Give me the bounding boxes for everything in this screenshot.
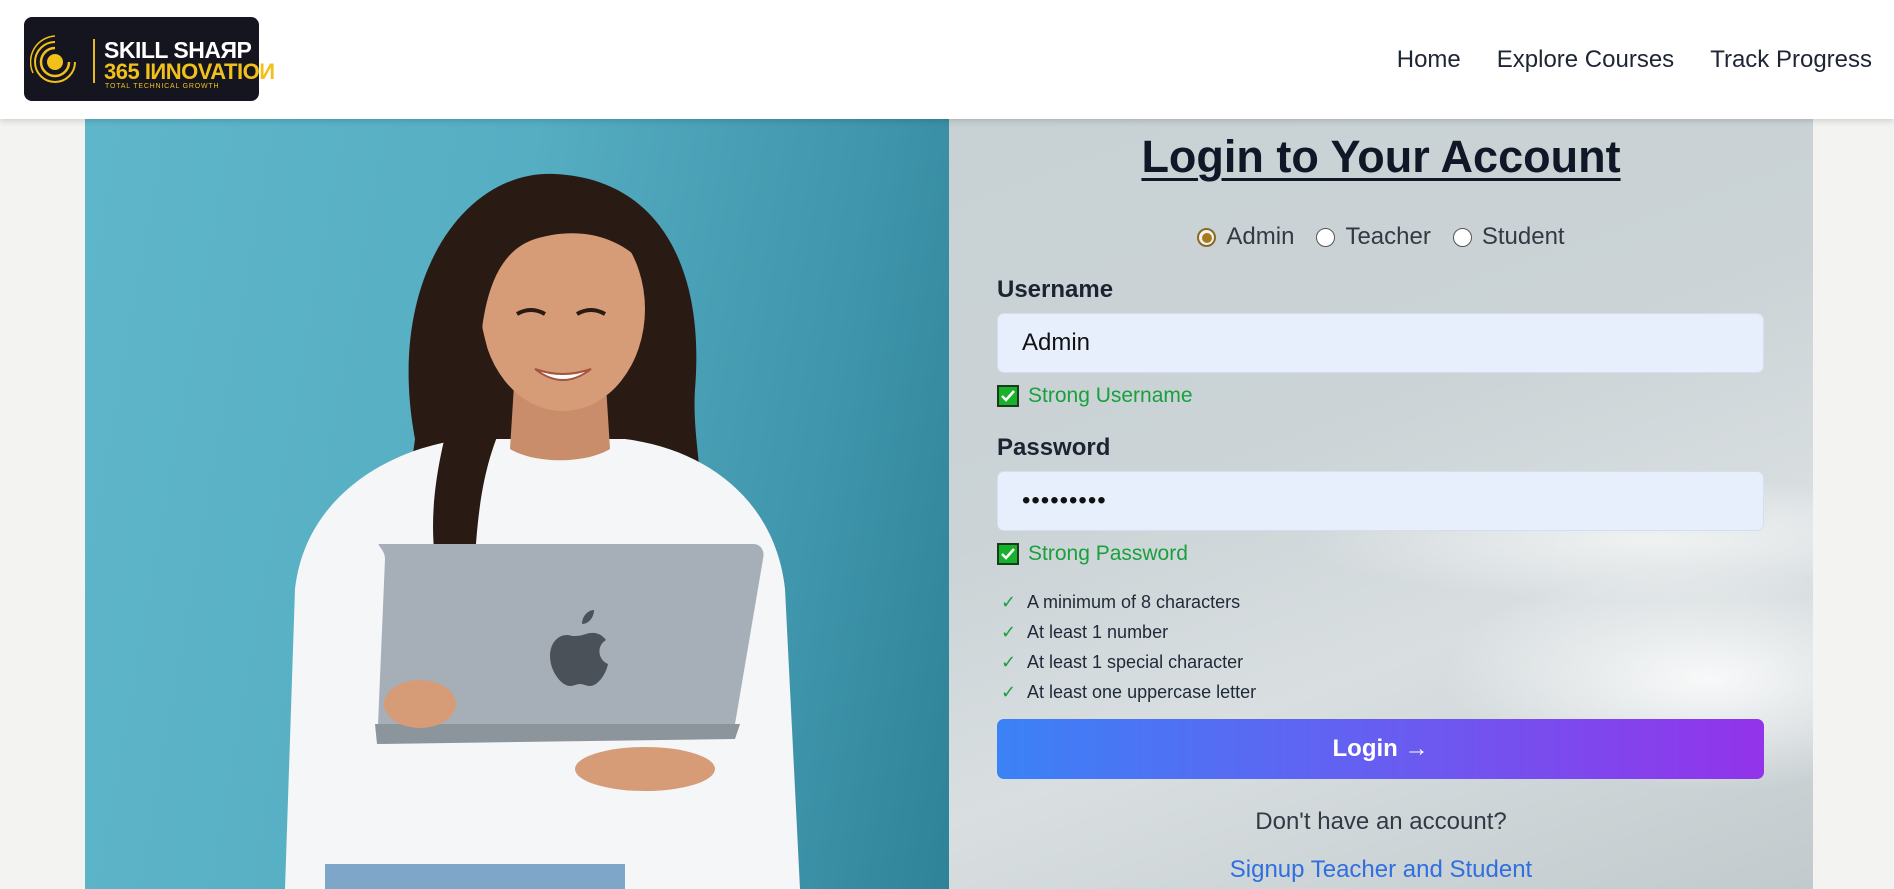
main-nav: Home Explore Courses Track Progress (1397, 46, 1872, 74)
signup-link[interactable]: Signup Teacher and Student (949, 856, 1813, 884)
login-form: Login to Your Account Admin Teacher Stud… (949, 119, 1813, 889)
role-option-admin[interactable]: Admin (1197, 223, 1294, 251)
role-selector: Admin Teacher Student (949, 223, 1813, 251)
checkmark-icon: ✓ (1001, 621, 1017, 642)
username-status: Strong Username (997, 384, 1193, 408)
role-option-student[interactable]: Student (1452, 223, 1565, 251)
username-input[interactable] (997, 313, 1764, 373)
logo-divider (93, 39, 95, 83)
password-label: Password (997, 434, 1111, 461)
checkmark-icon: ✓ (1001, 591, 1017, 612)
no-account-text: Don't have an account? (1255, 808, 1507, 835)
radio-student[interactable] (1452, 227, 1472, 247)
username-label: Username (997, 276, 1114, 303)
radio-teacher[interactable] (1316, 227, 1336, 247)
password-status-text: Strong Password (1028, 542, 1188, 565)
role-label-student: Student (1481, 223, 1565, 250)
check-icon (997, 543, 1019, 565)
checkmark-icon: ✓ (1001, 651, 1017, 672)
radio-admin[interactable] (1197, 227, 1217, 247)
password-status: Strong Password (997, 542, 1188, 566)
logo-text-line2: 365 IИNOVATIOИ (104, 59, 275, 84)
list-item: ✓ At least one uppercase letter (1001, 677, 1256, 707)
role-label-teacher: Teacher (1345, 223, 1431, 250)
page-title: Login to Your Account (1141, 131, 1621, 182)
rule-text: A minimum of 8 characters (1027, 591, 1241, 612)
rule-text: At least 1 number (1027, 621, 1169, 642)
role-label-admin: Admin (1226, 223, 1295, 250)
logo-tagline: TOTAL TECHNICAL GROWTH (105, 83, 220, 90)
rule-text: At least one uppercase letter (1027, 681, 1257, 702)
list-item: ✓ At least 1 special character (1001, 647, 1256, 677)
list-item: ✓ At least 1 number (1001, 617, 1256, 647)
nav-link-explore-courses[interactable]: Explore Courses (1497, 46, 1674, 74)
hero-photo (85, 119, 949, 889)
brand-logo[interactable]: SKILL SHAЯP 365 IИNOVATIOИ TOTAL TECHNIC… (24, 17, 275, 101)
rule-text: At least 1 special character (1027, 651, 1244, 672)
password-input[interactable] (997, 471, 1764, 531)
logo-emblem-icon (30, 35, 76, 83)
checkmark-icon: ✓ (1001, 681, 1017, 702)
student-with-laptop-illustration (285, 173, 800, 889)
password-rules-list: ✓ A minimum of 8 characters ✓ At least 1 n… (1001, 587, 1256, 707)
list-item: ✓ A minimum of 8 characters (1001, 587, 1256, 617)
nav-link-home[interactable]: Home (1397, 46, 1461, 74)
role-option-teacher[interactable]: Teacher (1316, 223, 1431, 251)
check-icon (997, 385, 1019, 407)
login-button[interactable]: Login → (997, 719, 1764, 779)
nav-link-track-progress[interactable]: Track Progress (1710, 46, 1872, 74)
username-status-text: Strong Username (1028, 384, 1193, 407)
top-nav-bar: SKILL SHAЯP 365 IИNOVATIOИ TOTAL TECHNIC… (0, 0, 1894, 119)
